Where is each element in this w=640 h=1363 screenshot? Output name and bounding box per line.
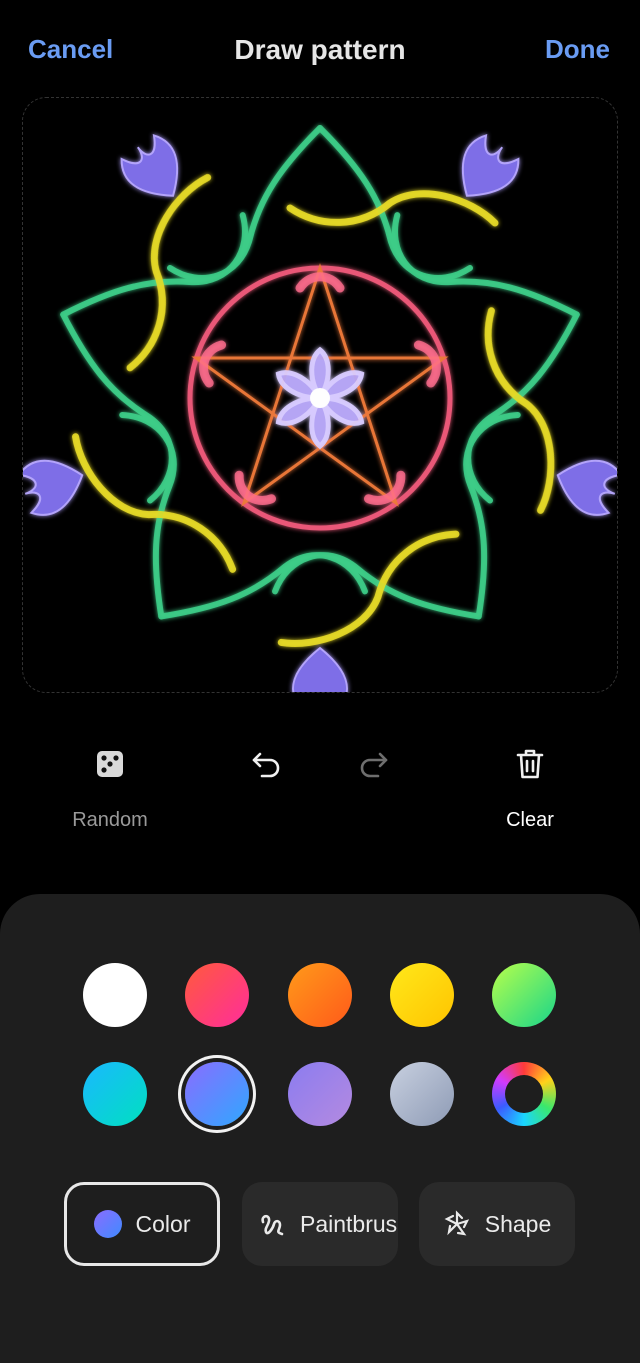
done-button[interactable]: Done — [545, 34, 610, 65]
swatch-yellow[interactable] — [390, 963, 454, 1027]
color-picker-button[interactable] — [492, 1062, 556, 1126]
undo-button[interactable] — [246, 746, 286, 787]
color-mode-button[interactable]: Color — [64, 1182, 220, 1266]
trash-icon — [516, 749, 544, 779]
color-wheel-center — [505, 1075, 543, 1113]
pattern-artwork — [23, 125, 617, 692]
shape-mode-label: Shape — [484, 1210, 552, 1237]
swatch-green[interactable] — [492, 963, 556, 1027]
pinwheel-icon — [444, 1210, 469, 1236]
clear-label: Clear — [506, 809, 554, 831]
color-dot-icon — [93, 1210, 122, 1238]
random-button[interactable]: Random — [60, 746, 160, 832]
redo-button[interactable] — [354, 746, 394, 787]
color-panel: Color Paintbrush Shape — [0, 894, 640, 1363]
dice-icon — [97, 751, 123, 777]
random-label: Random — [72, 809, 148, 831]
paintbrush-mode-button[interactable]: Paintbrush — [242, 1182, 398, 1266]
drawing-canvas[interactable] — [22, 97, 618, 693]
header: Cancel Draw pattern Done — [0, 0, 640, 104]
brush-stroke-icon — [261, 1214, 284, 1236]
clear-button[interactable]: Clear — [490, 746, 570, 832]
page-title: Draw pattern — [234, 34, 406, 65]
undo-icon — [252, 752, 280, 778]
swatch-pink-red[interactable] — [185, 963, 249, 1027]
color-mode-label: Color — [135, 1210, 191, 1237]
swatch-white[interactable] — [83, 963, 147, 1027]
swatch-grey-blue[interactable] — [390, 1062, 454, 1126]
redo-icon — [360, 752, 388, 778]
swatch-orange[interactable] — [288, 963, 352, 1027]
paintbrush-mode-label: Paintbrush — [300, 1210, 398, 1237]
swatch-cyan[interactable] — [83, 1062, 147, 1126]
shape-mode-button[interactable]: Shape — [419, 1182, 575, 1266]
swatch-lavender[interactable] — [288, 1062, 352, 1126]
swatch-blue-violet[interactable] — [185, 1062, 249, 1126]
